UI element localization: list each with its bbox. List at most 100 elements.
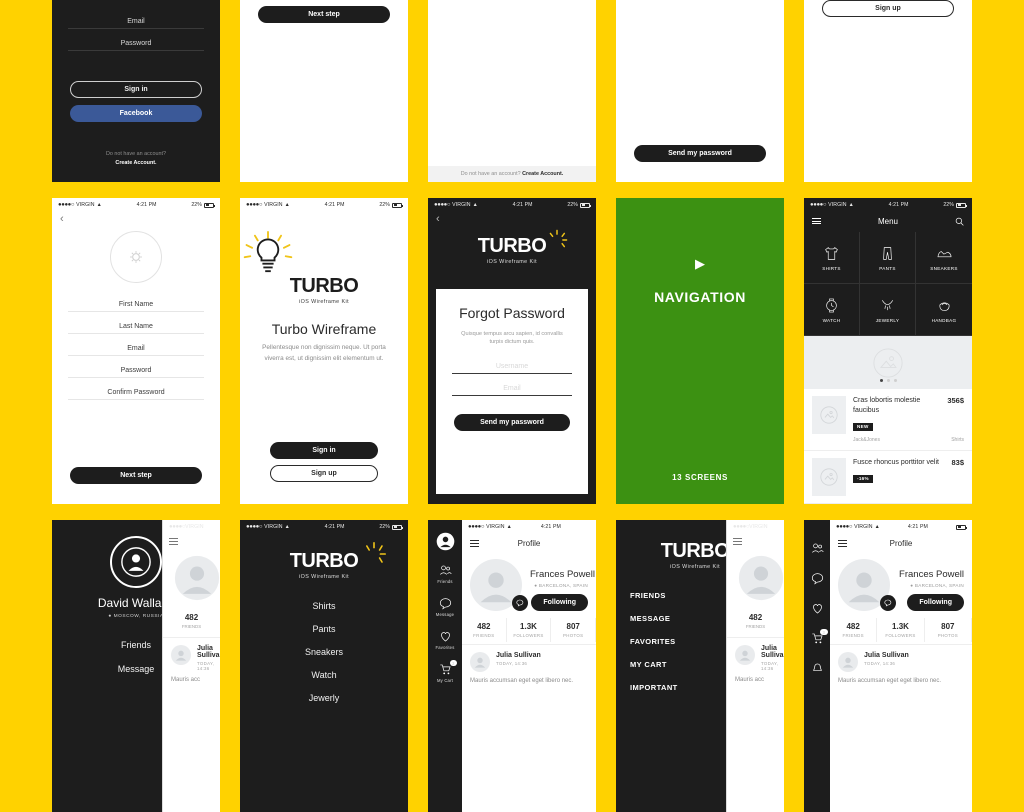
password-field[interactable]: Password bbox=[68, 40, 204, 51]
signin-button[interactable]: Sign in bbox=[270, 442, 378, 459]
post[interactable]: Julia Sullivan TODAY, 14:36 bbox=[462, 644, 596, 672]
menu-icon[interactable] bbox=[838, 538, 847, 548]
screen-welcome-small[interactable]: Forgot Password? Sign in Sign up bbox=[804, 0, 972, 182]
screen-profile-rail[interactable]: Friends Message Favorites 3 My Cart ●●●●… bbox=[428, 520, 596, 812]
menu-icon[interactable] bbox=[169, 538, 178, 545]
screen-forgot-password[interactable]: ●●●●○ VIRGIN ▲ 4:21 PM 22% ‹ TURBO iOS W… bbox=[428, 198, 596, 504]
search-icon[interactable] bbox=[955, 217, 964, 226]
rail-item-avatar[interactable] bbox=[436, 532, 455, 551]
screen-navigation-cover[interactable]: ▶ NAVIGATION 13 SCREENS bbox=[616, 198, 784, 504]
send-password-button[interactable]: Send my password bbox=[634, 145, 766, 162]
product-badge: NEW bbox=[853, 422, 873, 431]
rail-item-favorites[interactable]: Favorites bbox=[435, 630, 454, 650]
menu-item-jewerly[interactable]: Jewerly bbox=[240, 686, 408, 709]
rail-item-favorites[interactable] bbox=[811, 602, 824, 615]
post[interactable]: Julia Sullivan TODAY, 14:36 bbox=[163, 636, 220, 671]
create-account-link[interactable]: Create Account. bbox=[115, 160, 156, 166]
message-button[interactable] bbox=[512, 595, 528, 611]
next-step-button[interactable]: Next step bbox=[258, 5, 390, 23]
menu-item-watch[interactable]: Watch bbox=[240, 663, 408, 686]
avatar[interactable] bbox=[838, 559, 896, 611]
message-icon bbox=[884, 599, 892, 607]
signin-button[interactable]: Sign in bbox=[70, 80, 202, 98]
menu-icon[interactable] bbox=[733, 538, 742, 545]
last-name-field[interactable]: Last Name bbox=[68, 323, 204, 334]
menu-icon[interactable] bbox=[812, 216, 821, 226]
screen-turbo-drawer[interactable]: TURBO iOS Wireframe Kit FRIENDS +27 MESS… bbox=[616, 520, 784, 812]
product-row[interactable]: Cras lobortis molestie faucibus 356$ NEW… bbox=[804, 389, 972, 451]
username-field[interactable]: Username bbox=[452, 363, 572, 374]
password-field[interactable]: Password bbox=[68, 367, 204, 378]
signup-footbar[interactable]: Do not have an account? Create Account. bbox=[428, 166, 596, 182]
category-handbag[interactable]: HANDBAG bbox=[916, 284, 972, 337]
menu-item-pants[interactable]: Pants bbox=[240, 617, 408, 640]
post-time: TODAY, 14:36 bbox=[496, 661, 528, 666]
email-field[interactable]: Email bbox=[452, 385, 572, 396]
menu-item-shirts[interactable]: Shirts bbox=[240, 594, 408, 617]
post-avatar bbox=[171, 644, 191, 665]
battery-percent: 22% bbox=[567, 202, 578, 208]
screen-turbo-menu-list[interactable]: ●●●●○ VIRGIN ▲ 4:21 PM 22% TURBO iOS Wir… bbox=[240, 520, 408, 812]
next-step-button[interactable]: Next step bbox=[70, 467, 202, 484]
battery-icon bbox=[392, 202, 403, 208]
side-peek-panel[interactable]: ●●●●○ VIRGIN 482 FRIENDS Julia Sulliva T… bbox=[162, 520, 220, 812]
screen-location[interactable]: location Country Phone Number Sed sit am… bbox=[240, 0, 408, 182]
screen-count: 13 SCREENS bbox=[672, 473, 728, 482]
stat-label: PHOTOS bbox=[937, 633, 958, 638]
product-row[interactable]: Fusce rhoncus porttitor velit 83$ -16% bbox=[804, 451, 972, 504]
menu-icon[interactable] bbox=[470, 538, 479, 548]
splash-heading: Turbo Wireframe bbox=[271, 321, 377, 337]
facebook-button[interactable]: Facebook bbox=[70, 104, 202, 122]
carrier-label: VIRGIN bbox=[486, 524, 505, 530]
stat-label: FRIENDS bbox=[473, 633, 495, 638]
rail-item-friends[interactable] bbox=[811, 542, 824, 555]
screen-shop-menu[interactable]: ●●●●○ VIRGIN ▲ 4:21 PM 22% Menu SHIRTS P… bbox=[804, 198, 972, 504]
menu-item-sneakers[interactable]: Sneakers bbox=[240, 640, 408, 663]
back-button[interactable]: ‹ bbox=[52, 212, 220, 225]
post[interactable]: Julia Sullivan TODAY, 14:36 bbox=[727, 636, 784, 671]
category-jewerly[interactable]: JEWERLY bbox=[860, 284, 916, 337]
carousel-dots[interactable] bbox=[804, 379, 972, 383]
screen-signup[interactable]: ●●●●○ VIRGIN ▲ 4:21 PM 22% ‹ First Name … bbox=[52, 198, 220, 504]
following-button[interactable]: Following bbox=[531, 594, 588, 611]
screen-profile-dark[interactable]: David Wallace ● MOSCOW, RUSSIA Friends M… bbox=[52, 520, 220, 812]
forgot-body: Quisque tempus arcu sapien, id convallis… bbox=[461, 331, 563, 346]
status-bar: ●●●●○ VIRGIN ▲ 4:21 PM 22% bbox=[52, 198, 220, 212]
signup-button[interactable]: Sign up bbox=[822, 0, 954, 17]
category-pants[interactable]: PANTS bbox=[860, 232, 916, 285]
stats-row: 482 FRIENDS 1.3K FOLLOWERS 807 PHOTOS bbox=[830, 618, 972, 642]
rail-item-message[interactable] bbox=[811, 572, 824, 585]
stat: 482 FRIENDS bbox=[163, 613, 220, 629]
rail-item-message[interactable]: Message bbox=[436, 597, 454, 617]
avatar-placeholder[interactable] bbox=[110, 231, 162, 283]
drawer-label: FAVORITES bbox=[630, 637, 676, 646]
message-button[interactable] bbox=[880, 595, 896, 611]
email-field[interactable]: Email bbox=[68, 18, 204, 29]
avatar[interactable] bbox=[110, 536, 162, 588]
category-watch[interactable]: WATCH bbox=[804, 284, 860, 337]
rail-item-notifications[interactable] bbox=[811, 662, 824, 675]
rail-item-cart[interactable]: 3 My Cart bbox=[437, 660, 458, 683]
avatar[interactable] bbox=[470, 559, 528, 611]
signup-button[interactable]: Sign up bbox=[270, 465, 378, 482]
side-peek-panel[interactable]: ●●●●○ VIRGIN 482 FRIENDS Julia Sulliva T… bbox=[726, 520, 784, 812]
post[interactable]: Julia Sullivan TODAY, 14:36 bbox=[830, 644, 972, 672]
first-name-field[interactable]: First Name bbox=[68, 301, 204, 312]
send-password-button[interactable]: Send my password bbox=[454, 413, 570, 431]
screen-forgot-top[interactable]: Quisque tempus arcu sapien, id convallis… bbox=[616, 0, 784, 182]
promo-banner[interactable] bbox=[804, 336, 972, 390]
category-shirts[interactable]: SHIRTS bbox=[804, 232, 860, 285]
confirm-password-field[interactable]: Confirm Password bbox=[68, 389, 204, 400]
rail-item-cart[interactable]: 3 bbox=[811, 629, 828, 645]
back-button[interactable]: ‹ bbox=[428, 212, 596, 225]
screen-splash[interactable]: ●●●●○ VIRGIN ▲ 4:21 PM 22% TURBO iOS Wir… bbox=[240, 198, 408, 504]
screen-profile-icons[interactable]: 3 ●●●●○ VIRGIN ▲ 4:21 PM Profile Frances… bbox=[804, 520, 972, 812]
rail-item-friends[interactable]: Friends bbox=[437, 564, 452, 584]
following-button[interactable]: Following bbox=[907, 594, 964, 611]
create-account-link[interactable]: Create Account. bbox=[522, 171, 563, 177]
email-field[interactable]: Email bbox=[68, 345, 204, 356]
category-sneakers[interactable]: SNEAKERS bbox=[916, 232, 972, 285]
screen-signin-dark[interactable]: Email Password Sign in Facebook Do not h… bbox=[52, 0, 220, 182]
signup-footnote[interactable]: Do not have an account? Create Account. bbox=[52, 150, 220, 168]
screen-signin-light[interactable]: Email Password Forgot Password? Sign in … bbox=[428, 0, 596, 182]
